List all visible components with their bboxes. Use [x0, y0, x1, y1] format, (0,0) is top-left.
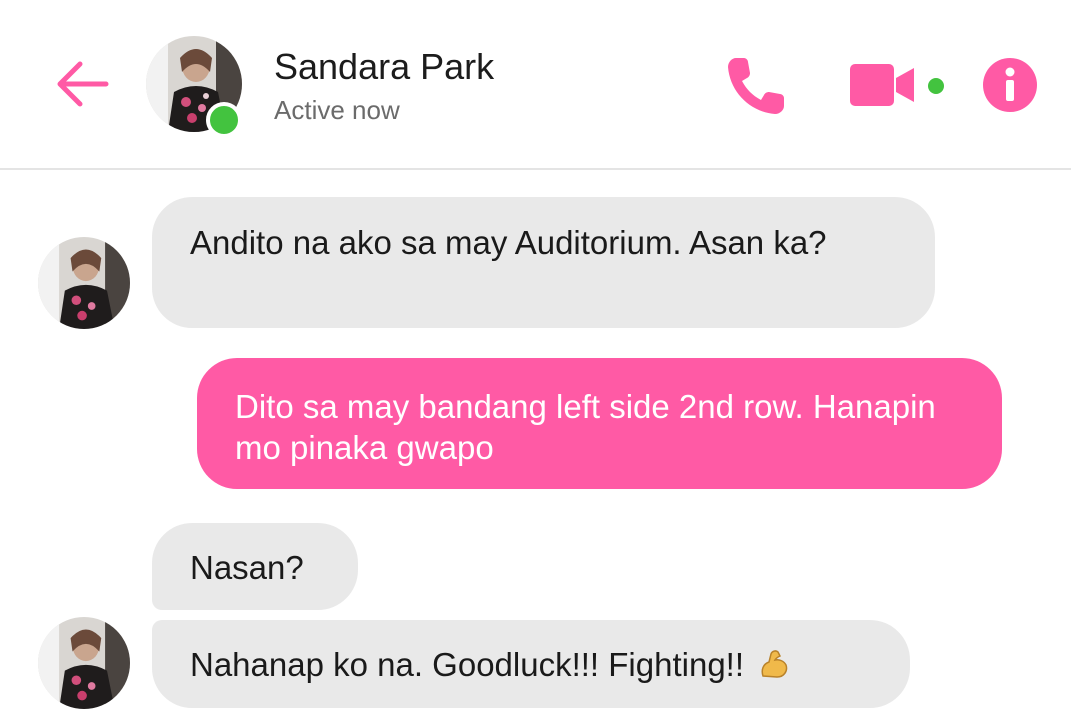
video-call-button[interactable]: [848, 62, 918, 108]
info-icon: [983, 58, 1037, 112]
contact-name[interactable]: Sandara Park: [274, 46, 494, 88]
avatar-photo: [38, 237, 130, 329]
avatar-photo: [38, 617, 130, 709]
message-avatar[interactable]: [38, 617, 130, 709]
back-arrow-icon: [57, 61, 109, 107]
flexed-biceps-icon: [757, 646, 791, 689]
chat-header: Sandara Park Active now: [0, 0, 1071, 170]
message-avatar[interactable]: [38, 237, 130, 329]
online-indicator: [206, 102, 242, 138]
message-bubble-incoming[interactable]: Nahanap ko na. Goodluck!!! Fighting!!: [152, 620, 910, 708]
contact-status: Active now: [274, 95, 400, 125]
message-bubble-incoming[interactable]: Nasan?: [152, 523, 358, 610]
back-button[interactable]: [50, 52, 114, 116]
message-text: Nahanap ko na. Goodluck!!! Fighting!!: [190, 646, 745, 683]
phone-icon: [728, 58, 784, 114]
message-bubble-outgoing[interactable]: Dito sa may bandang left side 2nd row. H…: [197, 358, 1002, 489]
video-active-dot: [928, 78, 944, 94]
info-button[interactable]: [982, 57, 1038, 113]
call-button[interactable]: [722, 50, 792, 120]
video-camera-icon: [850, 64, 914, 106]
message-bubble-incoming[interactable]: Andito na ako sa may Auditorium. Asan ka…: [152, 197, 935, 328]
